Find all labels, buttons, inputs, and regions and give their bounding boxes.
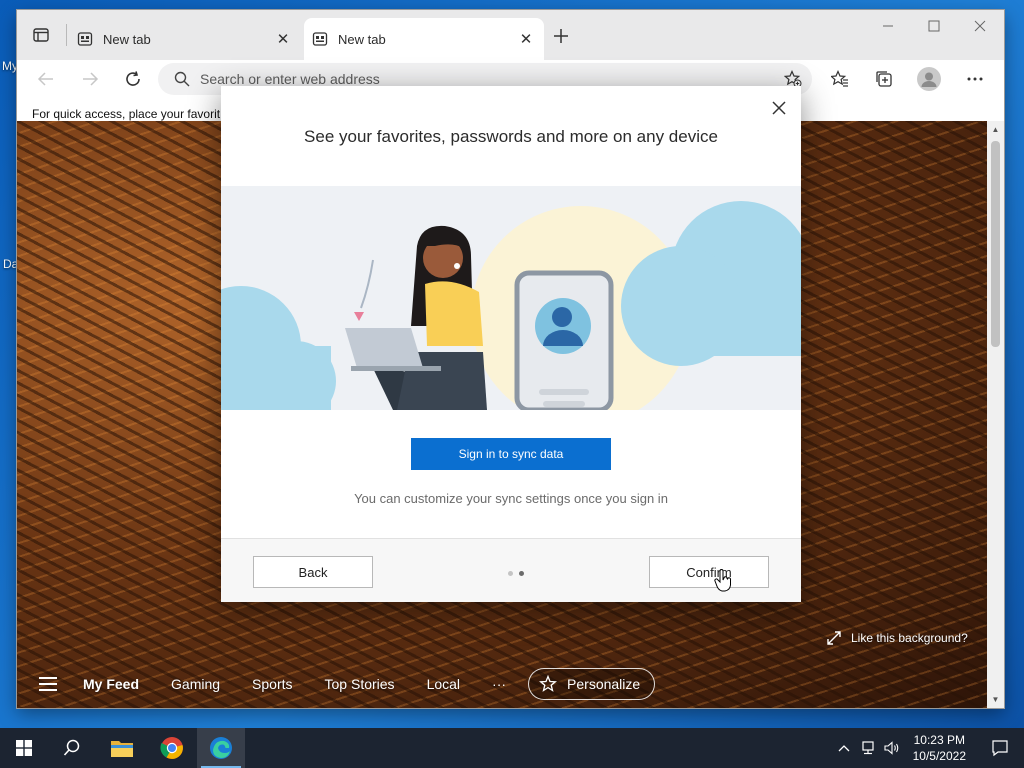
search-icon[interactable] xyxy=(48,728,96,768)
dialog-footer: Back Confirm xyxy=(221,538,801,602)
close-window-button[interactable] xyxy=(957,10,1003,42)
tab-new-tab-2[interactable]: New tab ✕ xyxy=(304,18,544,60)
like-background-link[interactable]: Like this background? xyxy=(827,631,968,645)
taskbar: 10:23 PM 10/5/2022 xyxy=(0,728,1024,768)
page-dot-2 xyxy=(519,571,524,576)
minimize-button[interactable] xyxy=(865,10,911,42)
nav-sports[interactable]: Sports xyxy=(252,676,292,692)
tab-bar: New tab ✕ New tab ✕ xyxy=(17,10,1004,60)
expand-icon xyxy=(827,631,841,645)
volume-icon[interactable] xyxy=(884,741,900,755)
nav-more[interactable]: ··· xyxy=(492,676,506,692)
address-placeholder: Search or enter web address xyxy=(200,71,380,87)
clock-time: 10:23 PM xyxy=(913,733,965,747)
close-icon[interactable]: ✕ xyxy=(273,29,293,49)
maximize-button[interactable] xyxy=(911,10,957,42)
tab-title: New tab xyxy=(103,31,151,47)
chrome-icon[interactable] xyxy=(148,728,196,768)
page-scrollbar[interactable]: ▲ ▼ xyxy=(987,121,1004,708)
scroll-down-icon[interactable]: ▼ xyxy=(990,694,1001,705)
back-button[interactable]: Back xyxy=(253,556,373,588)
tab-title: New tab xyxy=(338,31,386,47)
search-icon xyxy=(174,71,190,87)
chevron-up-icon[interactable] xyxy=(838,744,850,752)
personalize-star-icon xyxy=(539,675,558,693)
newtab-favicon-icon xyxy=(312,31,328,47)
sign-in-sync-button[interactable]: Sign in to sync data xyxy=(411,438,611,470)
feed-nav: My Feed Gaming Sports Top Stories Local … xyxy=(17,664,987,704)
scroll-up-icon[interactable]: ▲ xyxy=(990,124,1001,135)
nav-local[interactable]: Local xyxy=(427,676,460,692)
like-background-label: Like this background? xyxy=(851,631,968,645)
confirm-button[interactable]: Confirm xyxy=(649,556,769,588)
favorites-bar-hint: For quick access, place your favorit xyxy=(32,107,221,121)
nav-my-feed[interactable]: My Feed xyxy=(83,676,139,692)
dialog-title: See your favorites, passwords and more o… xyxy=(304,127,718,146)
tab-new-tab-1[interactable]: New tab ✕ xyxy=(69,18,301,60)
profile-avatar-icon[interactable] xyxy=(914,64,944,94)
network-icon[interactable] xyxy=(860,741,876,755)
edge-icon[interactable] xyxy=(197,728,245,768)
desktop-icon-label[interactable]: My xyxy=(2,59,18,73)
scroll-thumb[interactable] xyxy=(991,141,1000,347)
clock-date: 10/5/2022 xyxy=(912,749,966,763)
sync-settings-hint: You can customize your sync settings onc… xyxy=(354,491,668,506)
tab-separator xyxy=(66,24,67,46)
file-explorer-icon[interactable] xyxy=(98,728,146,768)
clock[interactable]: 10:23 PM 10/5/2022 xyxy=(913,732,966,764)
tab-actions-icon[interactable] xyxy=(29,24,53,46)
back-arrow-icon[interactable] xyxy=(31,64,61,94)
menu-icon[interactable] xyxy=(39,677,57,691)
sync-illustration xyxy=(221,186,801,410)
more-options-icon[interactable] xyxy=(960,64,990,94)
collections-icon[interactable] xyxy=(869,64,899,94)
newtab-favicon-icon xyxy=(77,31,93,47)
personalize-button[interactable]: Personalize xyxy=(528,668,656,700)
refresh-icon[interactable] xyxy=(118,64,148,94)
new-tab-button[interactable] xyxy=(550,25,572,47)
sync-dialog: See your favorites, passwords and more o… xyxy=(221,86,801,602)
forward-arrow-icon[interactable] xyxy=(75,64,105,94)
favorites-icon[interactable] xyxy=(825,64,855,94)
page-indicator xyxy=(505,571,527,576)
nav-gaming[interactable]: Gaming xyxy=(171,676,220,692)
close-icon[interactable]: ✕ xyxy=(516,29,536,49)
page-dot-1 xyxy=(508,571,513,576)
close-icon[interactable] xyxy=(769,98,789,118)
nav-top-stories[interactable]: Top Stories xyxy=(325,676,395,692)
personalize-label: Personalize xyxy=(567,676,641,692)
system-tray xyxy=(838,728,900,768)
notification-icon[interactable] xyxy=(976,728,1024,768)
start-icon[interactable] xyxy=(0,728,48,768)
